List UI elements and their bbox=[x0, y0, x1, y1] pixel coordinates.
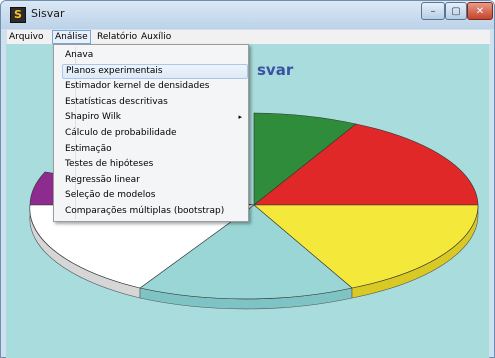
menu-item-testes-hipoteses[interactable]: Testes de hipóteses bbox=[62, 157, 248, 172]
menu-item-estatisticas-descritivas[interactable]: Estatísticas descritivas bbox=[62, 95, 248, 110]
menu-item-label: Regressão linear bbox=[65, 175, 140, 185]
chart-title: svar bbox=[257, 61, 294, 79]
menu-item-planos-experimentais[interactable]: Planos experimentais bbox=[62, 64, 248, 79]
menu-item-selecao-modelos[interactable]: Seleção de modelos bbox=[62, 188, 248, 203]
menu-item-label: Estimador kernel de densidades bbox=[65, 81, 210, 91]
menu-item-label: Shapiro Wilk bbox=[65, 112, 121, 122]
menu-item-label: Cálculo de probabilidade bbox=[65, 128, 177, 138]
menu-item-label: Estimação bbox=[65, 144, 112, 154]
menu-item-shapiro-wilk[interactable]: Shapiro Wilk ▸ bbox=[62, 110, 248, 125]
menu-item-label: Estatísticas descritivas bbox=[65, 97, 168, 107]
menu-item-estimador-kernel[interactable]: Estimador kernel de densidades bbox=[62, 79, 248, 94]
menu-item-label: Comparações múltiplas (bootstrap) bbox=[65, 206, 225, 216]
menu-item-label: Seleção de modelos bbox=[65, 190, 156, 200]
menu-item-label: Anava bbox=[65, 50, 94, 60]
menu-item-estimacao[interactable]: Estimação bbox=[62, 142, 248, 157]
menu-item-comparacoes-multiplas[interactable]: Comparações múltiplas (bootstrap) bbox=[62, 204, 248, 219]
submenu-arrow-icon: ▸ bbox=[238, 113, 242, 121]
menu-item-calculo-probabilidade[interactable]: Cálculo de probabilidade bbox=[62, 126, 248, 141]
menu-item-regressao-linear[interactable]: Regressão linear bbox=[62, 173, 248, 188]
menu-item-anava[interactable]: Anava bbox=[62, 48, 248, 63]
menu-item-label: Testes de hipóteses bbox=[65, 159, 154, 169]
analise-dropdown-menu: Anava Planos experimentais Estimador ker… bbox=[53, 44, 249, 222]
menu-item-label: Planos experimentais bbox=[66, 66, 163, 76]
